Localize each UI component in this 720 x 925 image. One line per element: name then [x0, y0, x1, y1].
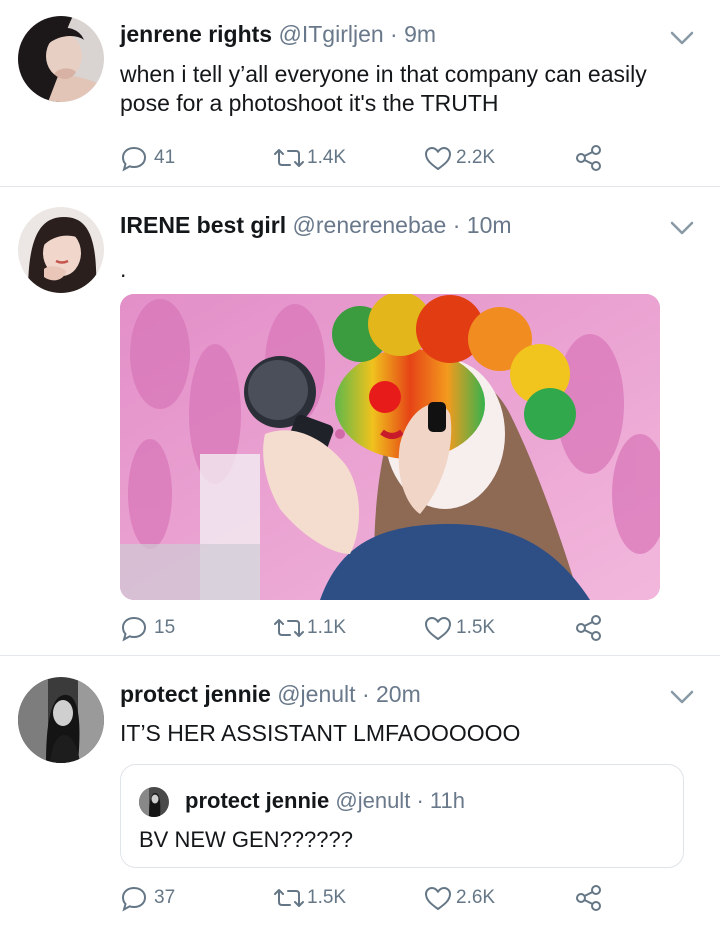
like-button[interactable]: 2.2K [423, 142, 495, 174]
tweet-text: . [120, 256, 127, 282]
share-icon [576, 145, 601, 171]
share-button[interactable] [574, 612, 604, 644]
retweet-button[interactable]: 1.1K [271, 612, 346, 644]
user-handle[interactable]: @jenult [277, 681, 355, 707]
quoted-avatar [139, 787, 169, 817]
share-icon [576, 615, 601, 641]
share-button[interactable] [574, 882, 604, 914]
retweet-count: 1.1K [307, 617, 347, 638]
separator-dot: · [361, 681, 370, 707]
reply-count: 15 [154, 617, 176, 638]
like-count: 2.2K [456, 147, 496, 168]
quoted-tweet[interactable]: protect jennie @jenult · 11h BV NEW GEN?… [120, 764, 684, 868]
separator-dot: · [452, 212, 461, 238]
tweet-header: jenrene rights @ITgirljen · 9m [120, 20, 436, 48]
like-icon [425, 887, 451, 910]
reply-count: 41 [154, 147, 176, 168]
tweet-text: when i tell y’all everyone in that compa… [120, 61, 647, 116]
separator-dot: · [416, 788, 424, 813]
user-handle[interactable]: @renerenebae [293, 212, 447, 238]
avatar[interactable] [18, 207, 104, 293]
quoted-handle: @jenult [335, 788, 411, 813]
quoted-timestamp: 11h [429, 788, 465, 813]
retweet-button[interactable]: 1.4K [271, 142, 346, 174]
tweet-actions: 15 1.1K 1.5K [0, 612, 720, 644]
like-icon [425, 147, 451, 170]
retweet-icon [274, 889, 304, 907]
like-count: 2.6K [456, 887, 496, 908]
like-count: 1.5K [456, 617, 496, 638]
reply-icon [121, 886, 147, 912]
reply-button[interactable]: 37 [120, 882, 175, 914]
reply-button[interactable]: 15 [120, 612, 175, 644]
retweet-button[interactable]: 1.5K [271, 882, 346, 914]
display-name[interactable]: jenrene rights [120, 21, 272, 47]
user-handle[interactable]: @ITgirljen [279, 21, 384, 47]
like-icon [425, 617, 451, 640]
share-icon [576, 885, 601, 911]
reply-button[interactable]: 41 [120, 142, 175, 174]
avatar[interactable] [18, 677, 104, 763]
retweet-count: 1.5K [307, 887, 347, 908]
timestamp[interactable]: 20m [376, 681, 421, 707]
retweet-count: 1.4K [307, 147, 347, 168]
tweet-3[interactable]: protect jennie @jenult · 20m IT’S HER AS… [0, 656, 720, 925]
like-button[interactable]: 1.5K [423, 612, 495, 644]
retweet-icon [274, 619, 304, 637]
tweet-actions: 37 1.5K 2.6K [0, 882, 720, 914]
timestamp[interactable]: 9m [404, 21, 436, 47]
reply-icon [121, 146, 147, 172]
tweet-media-photo[interactable] [120, 294, 660, 600]
timestamp[interactable]: 10m [467, 212, 512, 238]
chevron-down-icon[interactable] [668, 687, 696, 707]
tweet-header: protect jennie @jenult · 20m [120, 680, 421, 708]
like-button[interactable]: 2.6K [423, 882, 495, 914]
quoted-header: protect jennie @jenult · 11h [185, 787, 465, 815]
tweet-header: IRENE best girl @renerenebae · 10m [120, 211, 512, 239]
retweet-icon [274, 149, 304, 167]
separator-dot: · [390, 21, 398, 47]
quoted-text: BV NEW GEN?????? [139, 827, 353, 852]
chevron-down-icon[interactable] [668, 218, 696, 238]
display-name[interactable]: protect jennie [120, 681, 271, 707]
share-button[interactable] [574, 142, 604, 174]
display-name[interactable]: IRENE best girl [120, 212, 286, 238]
tweet-1[interactable]: jenrene rights @ITgirljen · 9m when i te… [0, 0, 720, 186]
tweet-text: IT’S HER ASSISTANT LMFAOOOOOO [120, 720, 521, 746]
reply-count: 37 [154, 887, 176, 908]
tweet-2[interactable]: IRENE best girl @renerenebae · 10m . 15 … [0, 187, 720, 655]
tweet-actions: 41 1.4K 2.2K [0, 142, 720, 174]
chevron-down-icon[interactable] [668, 28, 696, 48]
avatar[interactable] [18, 16, 104, 102]
quoted-display-name: protect jennie [185, 788, 330, 813]
reply-icon [121, 616, 147, 642]
